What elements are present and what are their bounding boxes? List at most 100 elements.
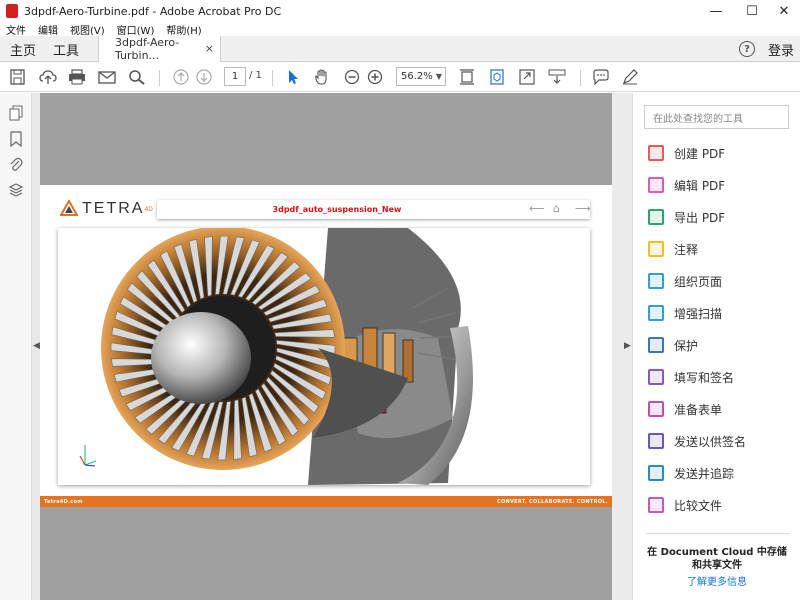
tool-label: 保护: [674, 338, 699, 353]
arrow-left-icon[interactable]: ⟵: [529, 202, 545, 215]
tool-item[interactable]: 编辑 PDF: [648, 173, 788, 197]
compare-files-icon: [648, 497, 664, 513]
document-cloud-promo: 在 Document Cloud 中存储和共享文件: [647, 547, 787, 571]
comment-icon[interactable]: [592, 69, 610, 85]
tool-label: 创建 PDF: [674, 146, 726, 161]
next-page-icon[interactable]: [195, 69, 213, 85]
3d-model-viewport[interactable]: [58, 228, 590, 485]
previous-page-icon[interactable]: [172, 69, 190, 85]
model-title-banner: 3dpdf_auto_suspension_New ⟵ ⌂ ⟶: [157, 200, 591, 219]
hand-tool-icon[interactable]: [313, 69, 331, 85]
organize-pages-icon: [648, 273, 664, 289]
minimize-button[interactable]: —: [698, 0, 734, 22]
tool-item[interactable]: 创建 PDF: [648, 141, 788, 165]
left-navigation-rail: [0, 93, 32, 600]
print-icon[interactable]: [68, 69, 86, 85]
zoom-level-value: 56.2%: [401, 71, 433, 82]
full-screen-icon[interactable]: [518, 69, 536, 85]
tetra4d-footer-bar: Tetra4D.com CONVERT. COLLABORATE. CONTRO…: [40, 496, 612, 507]
home-icon[interactable]: ⌂: [553, 202, 560, 215]
menu-help[interactable]: 帮助(H): [166, 22, 201, 37]
model-title: 3dpdf_auto_suspension_New: [272, 205, 402, 214]
tool-label: 比较文件: [674, 498, 723, 513]
tool-label: 注释: [674, 242, 699, 257]
toolbar-divider: [272, 70, 273, 86]
tool-label: 增强扫描: [674, 306, 723, 321]
email-icon[interactable]: [98, 69, 116, 85]
help-icon[interactable]: ?: [739, 41, 755, 57]
maximize-button[interactable]: ☐: [734, 0, 770, 22]
tetra-logo-text: TETRA: [82, 200, 145, 217]
page-number-input[interactable]: 1: [224, 67, 246, 86]
login-link[interactable]: 登录: [768, 40, 794, 59]
tab-document[interactable]: 3dpdf-Aero-Turbin... ×: [98, 36, 221, 62]
enhance-scan-icon: [648, 305, 664, 321]
toolbar-divider: [159, 70, 160, 86]
zoom-in-icon[interactable]: [366, 69, 384, 85]
tool-item[interactable]: 比较文件: [648, 493, 788, 517]
edit-pdf-icon: [648, 177, 664, 193]
tab-tools[interactable]: 工具: [53, 36, 79, 62]
attachment-icon[interactable]: [9, 156, 23, 172]
3d-content-icon[interactable]: [488, 69, 506, 85]
tool-item[interactable]: 注释: [648, 237, 788, 261]
comment-icon: [648, 241, 664, 257]
select-cursor-icon[interactable]: [284, 69, 302, 85]
close-tab-icon[interactable]: ×: [205, 42, 214, 55]
zoom-level-select[interactable]: 56.2% ▼: [396, 67, 446, 86]
create-pdf-icon: [648, 145, 664, 161]
tool-item[interactable]: 导出 PDF: [648, 205, 788, 229]
tetra4d-logo-mark: [59, 198, 79, 218]
send-for-signature-icon: [648, 433, 664, 449]
protect-icon: [648, 337, 664, 353]
tool-item[interactable]: 准备表单: [648, 397, 788, 421]
read-mode-icon[interactable]: [548, 69, 566, 85]
arrow-right-icon[interactable]: ⟶: [575, 202, 591, 215]
cloud-upload-icon[interactable]: [39, 69, 57, 85]
tool-label: 组织页面: [674, 274, 723, 289]
page-thumbnails-icon[interactable]: [9, 105, 23, 121]
menu-file[interactable]: 文件: [6, 22, 26, 37]
window-title: 3dpdf-Aero-Turbine.pdf - Adobe Acrobat P…: [24, 4, 282, 18]
send-track-icon: [648, 465, 664, 481]
tool-item[interactable]: 填写和签名: [648, 365, 788, 389]
tool-label: 编辑 PDF: [674, 178, 726, 193]
acrobat-app-icon: [6, 4, 18, 18]
tool-label: 发送并追踪: [674, 466, 735, 481]
tetra-logo-superscript: 4D: [144, 205, 153, 213]
prepare-form-icon: [648, 401, 664, 417]
turbine-3d-model-image: [79, 228, 473, 485]
save-icon[interactable]: [9, 69, 27, 85]
zoom-out-icon[interactable]: [343, 69, 361, 85]
tab-home[interactable]: 主页: [10, 36, 36, 62]
expand-left-icon[interactable]: ◀: [33, 341, 40, 351]
menu-view[interactable]: 视图(V): [70, 22, 105, 37]
page-total: / 1: [249, 70, 262, 81]
collapse-right-icon[interactable]: ▶: [624, 341, 631, 351]
tool-item[interactable]: 保护: [648, 333, 788, 357]
bookmark-icon[interactable]: [9, 131, 23, 148]
tool-item[interactable]: 发送并追踪: [648, 461, 788, 485]
menu-edit[interactable]: 编辑: [38, 22, 58, 37]
chevron-down-icon: ▼: [435, 72, 442, 81]
tool-label: 发送以供签名: [674, 434, 747, 449]
tool-item[interactable]: 增强扫描: [648, 301, 788, 325]
close-window-button[interactable]: ✕: [766, 0, 800, 22]
tool-item[interactable]: 组织页面: [648, 269, 788, 293]
tool-search-input[interactable]: 在此处查找您的工具: [644, 105, 789, 129]
tool-item[interactable]: 发送以供签名: [648, 429, 788, 453]
fill-sign-icon: [648, 369, 664, 385]
footer-slogan: CONVERT. COLLABORATE. CONTROL.: [496, 498, 608, 505]
fit-page-icon[interactable]: [458, 69, 476, 85]
learn-more-link[interactable]: 了解更多信息: [644, 573, 790, 588]
title-bar: 3dpdf-Aero-Turbine.pdf - Adobe Acrobat P…: [0, 0, 800, 22]
tool-label: 填写和签名: [674, 370, 735, 385]
tool-label: 准备表单: [674, 402, 723, 417]
layers-icon[interactable]: [8, 182, 24, 198]
menu-window[interactable]: 窗口(W): [117, 22, 155, 37]
search-icon[interactable]: [128, 69, 146, 85]
toolbar-divider: [580, 70, 581, 86]
highlight-pen-icon[interactable]: [621, 69, 639, 85]
tetra4d-logo: TETRA 4D: [59, 198, 153, 218]
tool-label: 导出 PDF: [674, 210, 726, 225]
